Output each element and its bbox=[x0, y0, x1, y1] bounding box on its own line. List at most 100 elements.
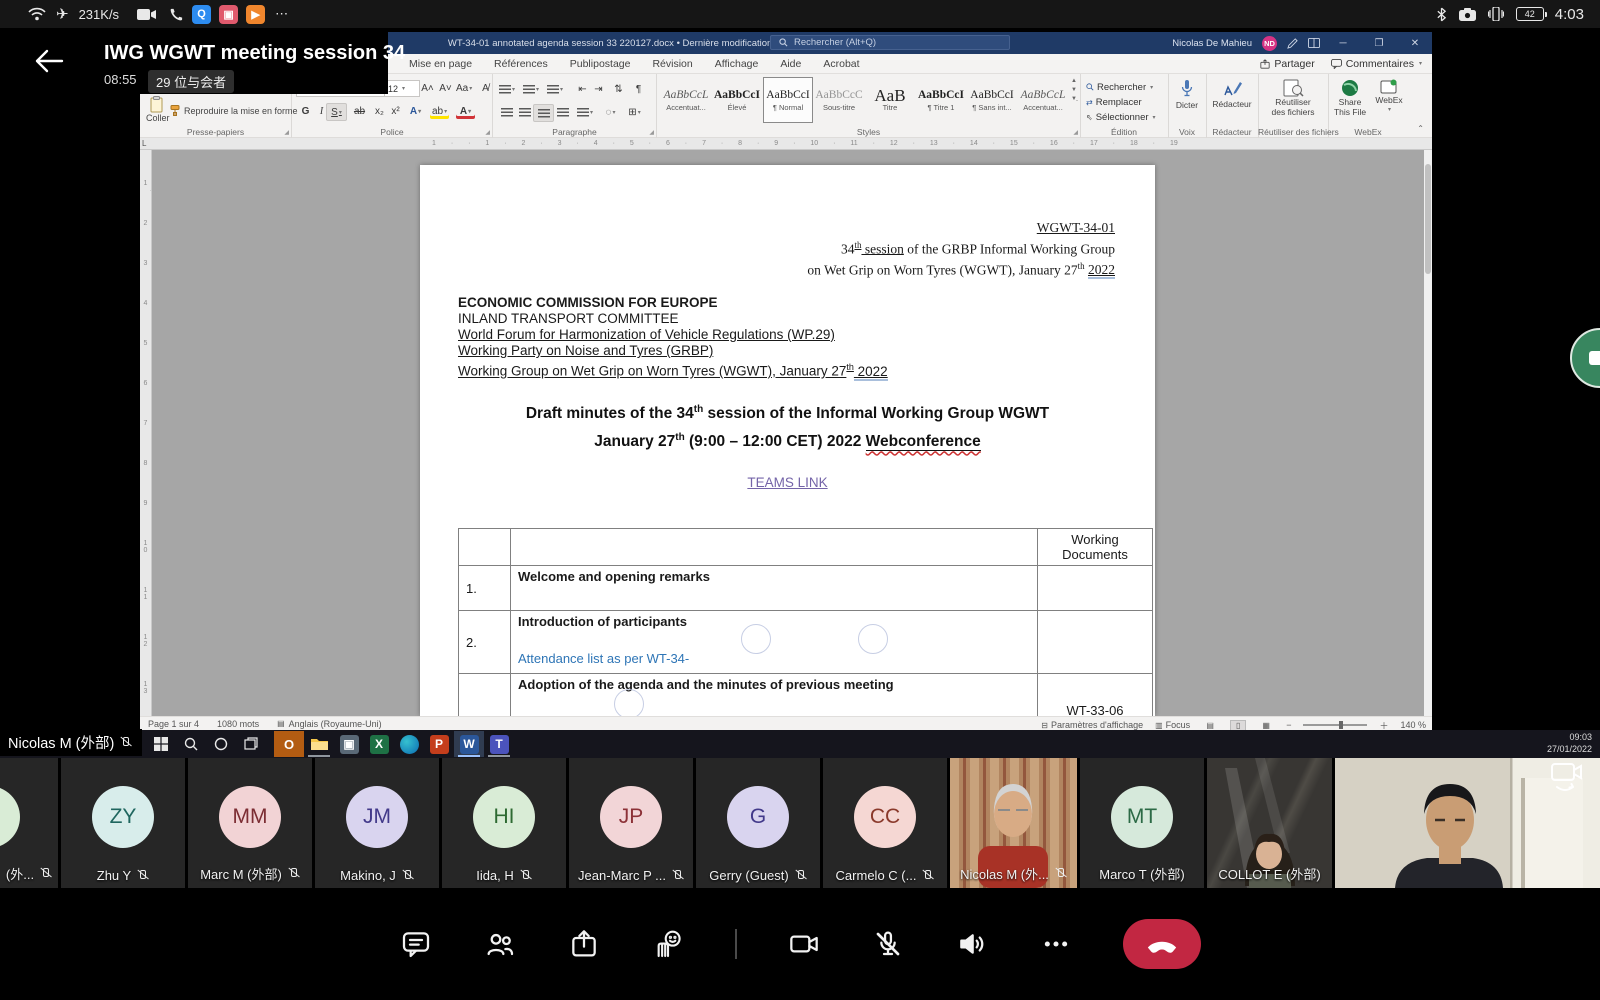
justify-button[interactable] bbox=[553, 104, 572, 120]
pen-icon[interactable] bbox=[1287, 38, 1298, 49]
taskbar-word-icon[interactable]: W bbox=[454, 731, 484, 757]
taskbar-clock[interactable]: 09:03 27/01/2022 bbox=[1547, 731, 1592, 755]
chat-icon[interactable] bbox=[399, 927, 433, 961]
more-icon[interactable] bbox=[1039, 927, 1073, 961]
close-button[interactable]: ✕ bbox=[1402, 32, 1428, 54]
comments-button[interactable]: Commentaires▾ bbox=[1331, 58, 1422, 70]
tab-revision[interactable]: Révision bbox=[641, 58, 703, 70]
participants-icon[interactable] bbox=[483, 927, 517, 961]
find-button[interactable]: Rechercher▾ bbox=[1086, 80, 1156, 94]
participant-tile[interactable]: ZY Zhu Y bbox=[61, 758, 185, 888]
account-name[interactable]: Nicolas De Mahieu bbox=[1172, 38, 1252, 49]
participant-count-chip[interactable]: 29 位与会者 bbox=[148, 70, 234, 93]
attendance-link[interactable]: Attendance list as per WT-34- bbox=[518, 651, 1030, 666]
floating-meeting-button[interactable] bbox=[1570, 328, 1600, 388]
participant-tile[interactable]: MM Marc M (外部) bbox=[188, 758, 312, 888]
participant-tile[interactable]: JP Jean-Marc P ... bbox=[569, 758, 693, 888]
underline-button[interactable]: S▾ bbox=[326, 103, 347, 121]
shrink-font-button[interactable]: A˅ bbox=[436, 80, 455, 96]
align-center-button[interactable] bbox=[515, 104, 534, 120]
paste-button[interactable]: Coller bbox=[146, 96, 170, 123]
numbering-button[interactable]: ▾ bbox=[521, 81, 541, 97]
participant-tile[interactable]: (外... bbox=[0, 758, 58, 888]
select-button[interactable]: ⇖Sélectionner▾ bbox=[1086, 110, 1156, 124]
pilcrow-button[interactable]: ¶ bbox=[629, 81, 648, 97]
dictate-button[interactable]: Dicter bbox=[1168, 79, 1206, 111]
tab-references[interactable]: Références bbox=[483, 58, 559, 70]
webex-button[interactable]: WebEx ▾ bbox=[1372, 79, 1406, 115]
focus-button[interactable]: ▥Focus bbox=[1155, 720, 1190, 730]
style-accent2[interactable]: AaBbCcLAccentuat... bbox=[1018, 77, 1068, 123]
speaker-icon[interactable] bbox=[955, 927, 989, 961]
highlight-button[interactable]: ab▾ bbox=[430, 103, 449, 119]
share-button[interactable]: Partager bbox=[1260, 58, 1314, 70]
language-indicator[interactable]: ▤Anglais (Royaume-Uni) bbox=[277, 719, 382, 729]
style-titre1[interactable]: AaBbCcI¶ Titre 1 bbox=[916, 77, 966, 123]
zoom-out-button[interactable]: − bbox=[1286, 720, 1291, 730]
font-color-button[interactable]: A▾ bbox=[456, 103, 475, 119]
tab-mise-en-page[interactable]: Mise en page bbox=[398, 58, 483, 70]
taskbar-powerpoint-icon[interactable]: P bbox=[424, 731, 454, 757]
hang-up-button[interactable] bbox=[1123, 919, 1201, 969]
reuse-files-button[interactable]: Réutiliser des fichiers bbox=[1258, 79, 1328, 117]
webex-share-file-button[interactable]: Share This File bbox=[1330, 79, 1370, 117]
app-orange-icon[interactable]: ▶ bbox=[246, 5, 265, 24]
line-spacing-button[interactable]: ▾ bbox=[575, 104, 595, 120]
dialog-launcher-icon[interactable]: ◢ bbox=[649, 129, 654, 136]
format-painter-button[interactable]: Reproduire la mise en forme bbox=[170, 105, 298, 116]
reactions-icon[interactable] bbox=[651, 927, 685, 961]
increase-indent-button[interactable]: ⇥ bbox=[589, 81, 608, 97]
dialog-launcher-icon[interactable]: ◢ bbox=[1073, 129, 1078, 136]
grow-font-button[interactable]: A˄ bbox=[418, 80, 437, 96]
start-button[interactable] bbox=[146, 731, 176, 757]
document-page[interactable]: WGWT-34-01 34th session of the GRBP Info… bbox=[420, 165, 1155, 716]
read-mode-button[interactable]: ▤ bbox=[1202, 720, 1218, 731]
style-normal[interactable]: AaBbCcI¶ Normal bbox=[763, 77, 813, 123]
switch-camera-icon[interactable] bbox=[1548, 762, 1582, 792]
minimize-button[interactable]: ─ bbox=[1330, 32, 1356, 54]
participant-tile[interactable]: G Gerry (Guest) bbox=[696, 758, 820, 888]
sort-button[interactable]: ⇅ bbox=[609, 81, 628, 97]
more-status-icon[interactable]: ⋯ bbox=[275, 6, 290, 22]
word-count[interactable]: 1080 mots bbox=[217, 719, 259, 729]
tab-aide[interactable]: Aide bbox=[769, 58, 812, 70]
horizontal-ruler[interactable]: L 1 · · 1 · 2 · 3 · 4 · 5 · 6 · 7 · 8 · … bbox=[140, 138, 1432, 150]
participant-tile[interactable]: HI Iida, H bbox=[442, 758, 566, 888]
display-settings-button[interactable]: ⊟Paramètres d'affichage bbox=[1041, 720, 1143, 730]
styles-scroll-up-icon[interactable]: ▲ bbox=[1071, 78, 1077, 84]
strikethrough-button[interactable]: ab bbox=[350, 103, 369, 119]
tab-selector[interactable]: L bbox=[142, 139, 146, 148]
print-layout-button[interactable]: ▯ bbox=[1230, 720, 1246, 731]
tab-acrobat[interactable]: Acrobat bbox=[812, 58, 870, 70]
dialog-launcher-icon[interactable]: ◢ bbox=[485, 129, 490, 136]
cortana-icon[interactable] bbox=[206, 731, 236, 757]
dialog-launcher-icon[interactable]: ◢ bbox=[284, 129, 289, 136]
change-case-button[interactable]: Aa▾ bbox=[454, 80, 474, 96]
taskbar-search-icon[interactable] bbox=[176, 731, 206, 757]
zoom-level[interactable]: 140 % bbox=[1400, 720, 1426, 730]
participant-video-tile[interactable]: COLLOT E (外部) bbox=[1207, 758, 1332, 888]
back-icon[interactable] bbox=[34, 48, 64, 74]
align-right-button[interactable] bbox=[533, 104, 554, 122]
taskbar-edge-icon[interactable] bbox=[394, 731, 424, 757]
microphone-muted-icon[interactable] bbox=[871, 927, 905, 961]
scrollbar-thumb[interactable] bbox=[1425, 164, 1431, 274]
borders-button[interactable]: ⊞▾ bbox=[625, 104, 644, 120]
app-red-icon[interactable]: ▣ bbox=[219, 5, 238, 24]
reading-mode-icon[interactable] bbox=[1308, 38, 1320, 48]
style-eleve[interactable]: AaBbCcIÉlevé bbox=[712, 77, 762, 123]
tab-affichage[interactable]: Affichage bbox=[704, 58, 770, 70]
styles-gallery-more-icon[interactable]: ▼̱ bbox=[1071, 96, 1077, 102]
shading-button[interactable]: ◌▾ bbox=[601, 104, 620, 120]
share-screen-icon[interactable] bbox=[567, 927, 601, 961]
zoom-slider[interactable] bbox=[1303, 724, 1367, 726]
zoom-slider-thumb[interactable] bbox=[1339, 721, 1343, 729]
camera-icon[interactable] bbox=[787, 927, 821, 961]
style-titre[interactable]: AaBTitre bbox=[865, 77, 915, 123]
style-accent1[interactable]: AaBbCcLAccentuat... bbox=[661, 77, 711, 123]
editor-button[interactable]: Rédacteur bbox=[1206, 79, 1258, 110]
taskbar-teams-icon[interactable]: T bbox=[484, 731, 514, 757]
restore-button[interactable]: ❐ bbox=[1366, 32, 1392, 54]
styles-scroll-down-icon[interactable]: ▼ bbox=[1071, 87, 1077, 93]
web-layout-button[interactable]: ▦ bbox=[1258, 720, 1274, 731]
